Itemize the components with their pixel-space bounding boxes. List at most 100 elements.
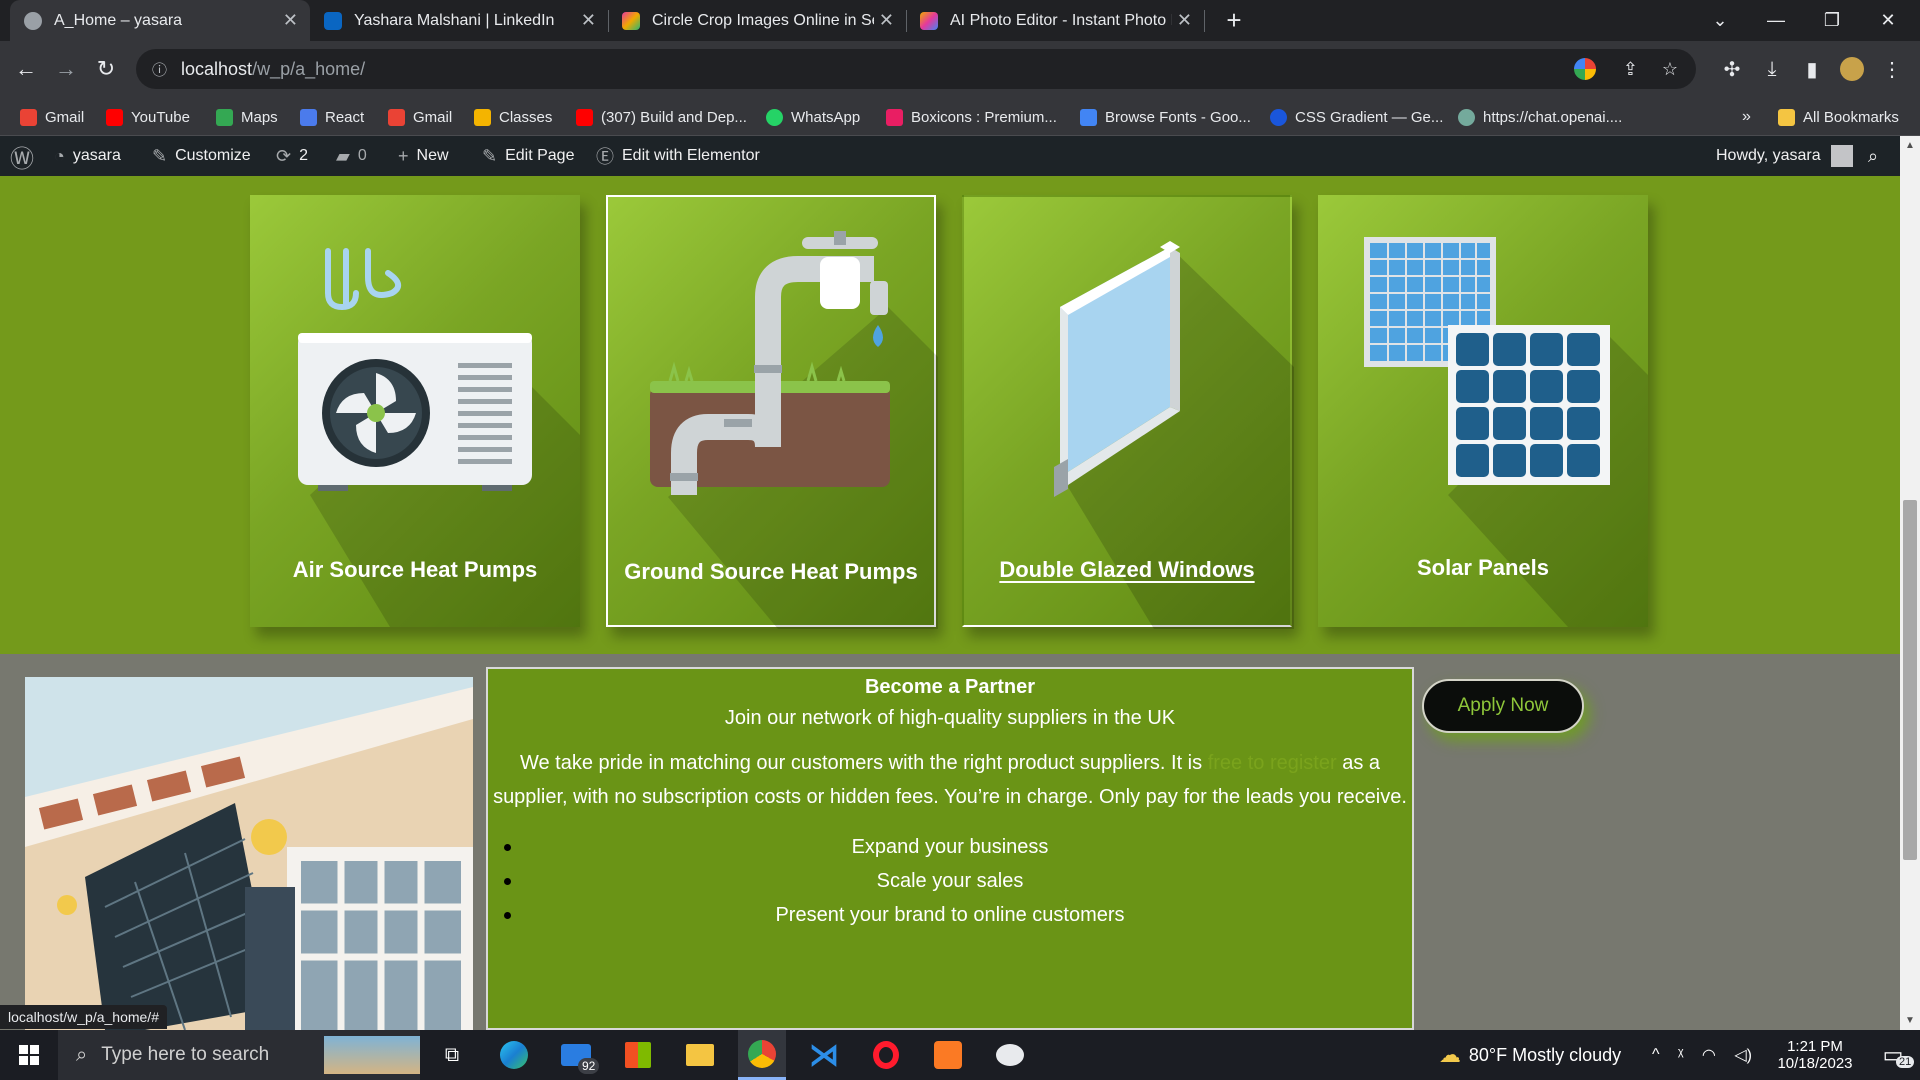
side-panel-icon[interactable]: ▮ — [1796, 53, 1828, 85]
close-tab-icon[interactable]: ✕ — [879, 10, 894, 31]
bookmark-youtube[interactable]: YouTube — [106, 99, 190, 135]
bookmark-gmail[interactable]: Gmail — [20, 99, 84, 135]
wp-revisions[interactable]: ⟳ 2 — [276, 136, 308, 176]
reload-button[interactable]: ↻ — [90, 53, 122, 85]
chrome-icon[interactable] — [738, 1030, 786, 1080]
google-fonts-icon — [1080, 108, 1097, 126]
wp-edit-page[interactable]: ✎ Edit Page — [482, 136, 574, 176]
close-tab-icon[interactable]: ✕ — [581, 10, 596, 31]
notifications-icon[interactable]: ▭ 21 — [1870, 1030, 1916, 1080]
service-card-ground-source[interactable]: Ground Source Heat Pumps — [606, 195, 938, 629]
site-info-icon[interactable]: ⓘ — [152, 59, 167, 80]
bookmark-classes[interactable]: Classes — [474, 99, 552, 135]
forward-button[interactable]: → — [50, 53, 82, 85]
youtube-icon — [576, 108, 593, 126]
bookmark-chatgpt[interactable]: https://chat.openai.... — [1458, 99, 1622, 135]
bookmark-google-fonts[interactable]: Browse Fonts - Goo... — [1080, 99, 1251, 135]
wp-customize[interactable]: ✎ Customize — [152, 136, 251, 176]
address-toolbar: ← → ↻ ⓘ localhost/w_p/a_home/ ⇪ ☆ ✣ ⤓ ▮ … — [0, 41, 1920, 99]
url-bar[interactable]: ⓘ localhost/w_p/a_home/ ⇪ ☆ — [136, 49, 1696, 89]
bookmark-gmail-2[interactable]: Gmail — [388, 99, 452, 135]
language-icon[interactable]: ᵡ — [1678, 1046, 1684, 1064]
back-button[interactable]: ← — [10, 53, 42, 85]
gmail-icon — [20, 108, 37, 126]
comment-bubble-icon: ▰ — [336, 145, 350, 166]
wordpress-logo-icon[interactable]: Ⓦ — [10, 136, 42, 176]
download-icon[interactable]: ⤓ — [1756, 53, 1788, 85]
restore-button[interactable]: ❐ — [1804, 0, 1860, 41]
task-view-icon[interactable]: ⧉ — [428, 1030, 476, 1080]
opera-icon[interactable] — [862, 1030, 910, 1080]
bookmark-boxicons[interactable]: Boxicons : Premium... — [886, 99, 1057, 135]
clock[interactable]: 1:21 PM 10/18/2023 — [1760, 1030, 1870, 1080]
circle-crop-favicon-icon — [622, 11, 640, 30]
wp-comments[interactable]: ▰ 0 — [336, 136, 367, 176]
wp-edit-elementor[interactable]: Ⓔ Edit with Elementor — [596, 136, 760, 176]
tab-search-chevron-icon[interactable]: ⌄ — [1692, 0, 1748, 41]
microsoft-store-icon[interactable] — [614, 1030, 662, 1080]
scrollbar-thumb[interactable] — [1903, 500, 1917, 860]
tab-a-home[interactable]: A_Home – yasara ✕ — [10, 0, 310, 41]
free-to-register-text: free to register — [1207, 752, 1337, 774]
edge-browser-icon[interactable] — [490, 1030, 538, 1080]
close-window-button[interactable]: ✕ — [1860, 0, 1916, 41]
tab-ai-photo-editor[interactable]: AI Photo Editor - Instant Photo E ✕ — [906, 0, 1204, 41]
google-lens-icon[interactable] — [1574, 58, 1596, 80]
bookmark-css-gradient[interactable]: CSS Gradient — Ge... — [1270, 99, 1443, 135]
volume-icon[interactable]: ◁) — [1734, 1045, 1752, 1065]
tab-linkedin[interactable]: Yashara Malshani | LinkedIn ✕ — [310, 0, 608, 41]
maps-icon — [216, 108, 233, 126]
service-card-solar-panels[interactable]: Solar Panels — [1318, 195, 1648, 627]
extensions-puzzle-icon[interactable]: ✣ — [1716, 53, 1748, 85]
bookmark-build-deploy[interactable]: (307) Build and Dep... — [576, 99, 747, 135]
show-hidden-icons-chevron[interactable]: ^ — [1652, 1046, 1660, 1064]
close-tab-icon[interactable]: ✕ — [283, 10, 298, 31]
bookmark-react[interactable]: React — [300, 99, 364, 135]
list-item: Expand your business — [488, 830, 1412, 864]
bookmark-star-icon[interactable]: ☆ — [1662, 59, 1678, 80]
partner-benefits-list: Expand your business Scale your sales Pr… — [488, 830, 1412, 932]
all-bookmarks-folder[interactable]: All Bookmarks — [1778, 99, 1899, 135]
service-card-label: Air Source Heat Pumps — [292, 557, 538, 582]
share-icon[interactable]: ⇪ — [1623, 59, 1638, 80]
bookmark-maps[interactable]: Maps — [216, 99, 278, 135]
snipping-tool-icon[interactable] — [986, 1030, 1034, 1080]
page-scrollbar[interactable]: ▲ ▼ — [1900, 136, 1920, 1030]
boxicons-icon — [886, 108, 903, 126]
weather-widget[interactable]: ☁ 80°F Mostly cloudy — [1420, 1030, 1640, 1080]
vscode-icon[interactable]: ⋊ — [800, 1030, 848, 1080]
apply-now-button[interactable]: Apply Now — [1422, 679, 1584, 733]
bookmark-whatsapp[interactable]: WhatsApp — [766, 99, 860, 135]
service-card-air-source[interactable]: Air Source Heat Pumps — [250, 195, 580, 627]
linkedin-favicon-icon — [324, 11, 342, 30]
bookmarks-bar: Gmail YouTube Maps React Gmail Classes (… — [0, 99, 1920, 136]
youtube-icon — [106, 108, 123, 126]
service-card-double-glazed[interactable]: Double Glazed Windows — [962, 195, 1294, 629]
start-windows-icon[interactable] — [0, 1030, 58, 1080]
partner-subheading: Join our network of high-quality supplie… — [724, 707, 1176, 729]
profile-avatar[interactable] — [1836, 53, 1868, 85]
wp-site-name[interactable]: ◔ yasara — [54, 136, 121, 176]
service-card-label: Ground Source Heat Pumps — [624, 559, 918, 584]
browser-menu-icon[interactable]: ⋮ — [1876, 53, 1908, 85]
classroom-icon — [474, 108, 491, 126]
pencil-icon: ✎ — [482, 145, 498, 166]
wp-howdy-account[interactable]: Howdy, yasara — [1716, 136, 1853, 176]
updates-icon: ⟳ — [276, 145, 292, 166]
plus-icon: + — [398, 145, 409, 166]
wp-search-icon[interactable]: ⌕ — [1868, 136, 1886, 176]
mail-app-icon[interactable]: 92 — [552, 1030, 600, 1080]
close-tab-icon[interactable]: ✕ — [1177, 10, 1192, 31]
more-bookmarks-chevron[interactable]: » — [1742, 99, 1751, 135]
minimize-button[interactable]: — — [1748, 0, 1804, 41]
wifi-icon[interactable]: ◠ — [1702, 1045, 1716, 1065]
tab-circle-crop[interactable]: Circle Crop Images Online in Sec ✕ — [608, 0, 906, 41]
taskbar-search-box[interactable]: ⌕ Type here to search — [58, 1030, 420, 1080]
paintbrush-icon: ✎ — [152, 145, 168, 166]
new-tab-button[interactable]: + — [1206, 0, 1262, 41]
wp-new[interactable]: + New — [398, 136, 449, 176]
file-explorer-icon[interactable] — [676, 1030, 724, 1080]
xampp-icon[interactable] — [924, 1030, 972, 1080]
list-item: Present your brand to online customers — [488, 898, 1412, 932]
system-tray[interactable]: ^ ᵡ ◠ ◁) — [1652, 1030, 1752, 1080]
